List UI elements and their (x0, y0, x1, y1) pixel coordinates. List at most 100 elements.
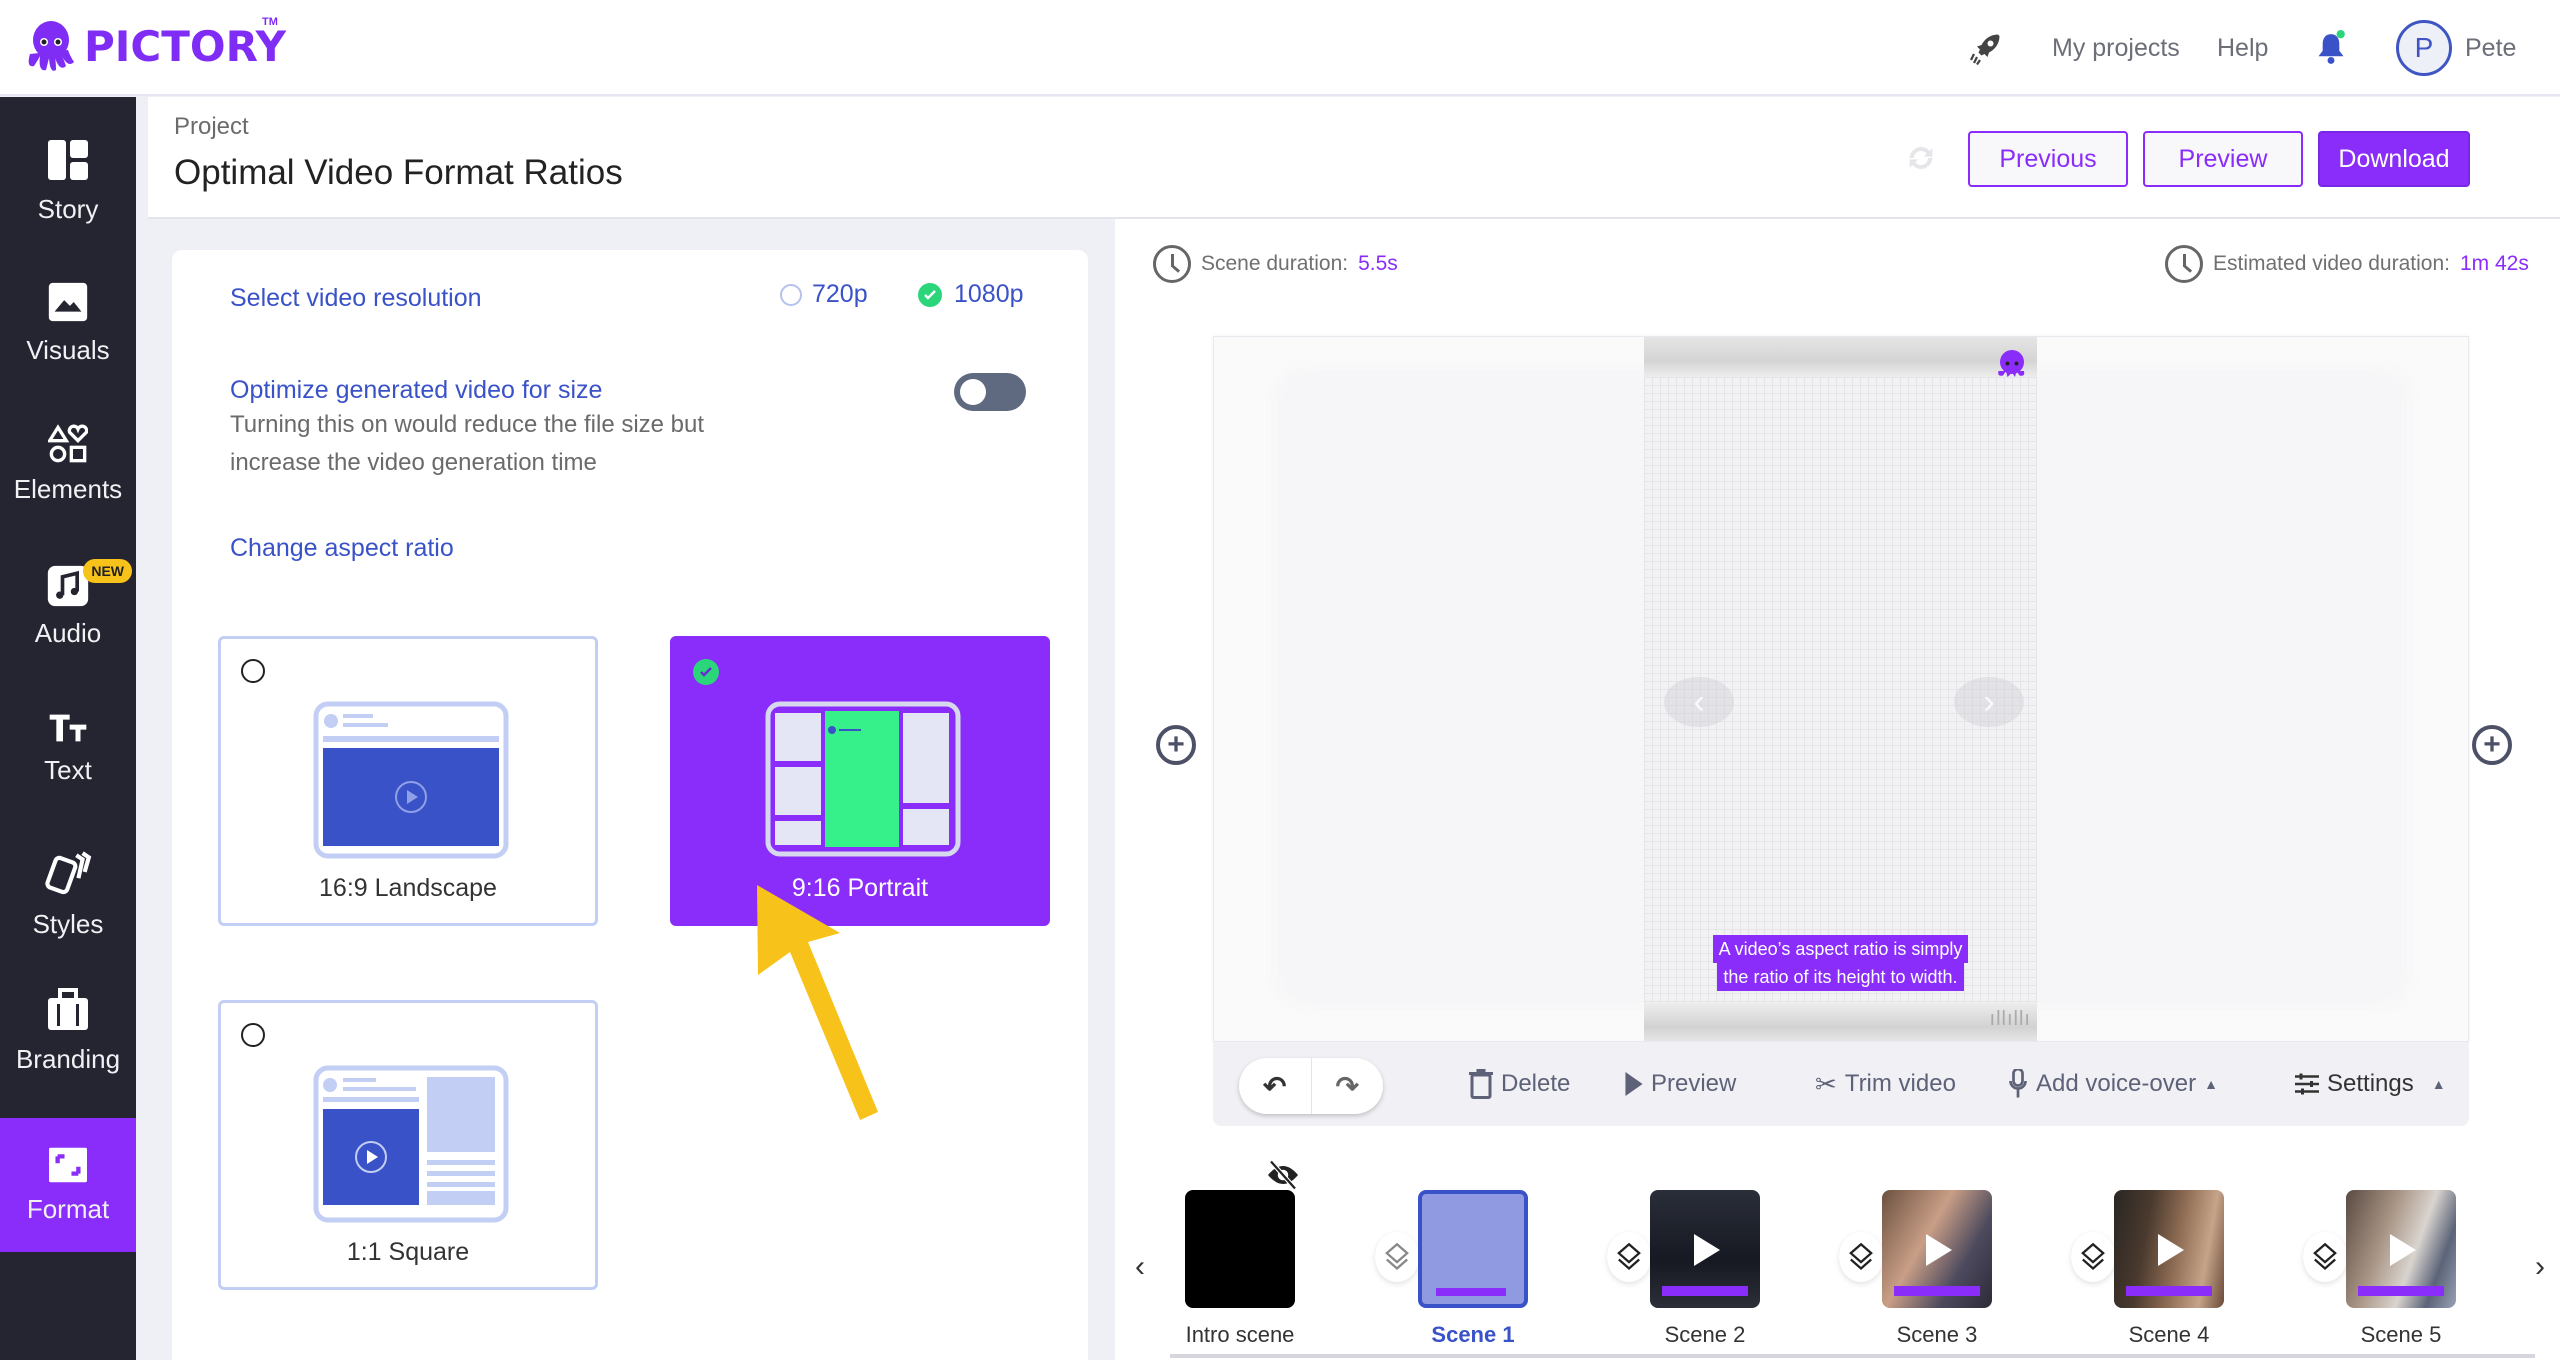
delete-label: Delete (1501, 1070, 1571, 1097)
aspect-portrait-card[interactable]: 9:16 Portrait (670, 636, 1050, 926)
transition-button[interactable] (1375, 1232, 1419, 1282)
sidebar-item-label: Styles (32, 908, 104, 939)
help-link[interactable]: Help (2217, 34, 2268, 63)
shapes-icon (48, 423, 88, 462)
aspect-square-card[interactable]: 1:1 Square (218, 1000, 598, 1290)
resolution-1080p-label: 1080p (954, 280, 1024, 308)
aspect-ratio-label: Change aspect ratio (230, 534, 454, 562)
rocket-button[interactable] (1968, 0, 2004, 96)
settings-button[interactable]: Settings ▲ (2295, 1042, 2446, 1126)
estimated-duration-value: 1m 42s (2459, 252, 2529, 275)
preview-scene-button[interactable]: Preview (1625, 1042, 1736, 1126)
eye-off-icon[interactable] (1265, 1160, 1301, 1190)
sidebar-item-branding[interactable]: Branding (0, 963, 136, 1097)
portrait-canvas[interactable]: ‹ › A video’s aspect ratio is simply the… (1644, 337, 2037, 1041)
my-projects-link[interactable]: My projects (2052, 34, 2180, 63)
scene-thumbnail-2[interactable] (1650, 1190, 1760, 1308)
transition-button[interactable] (1607, 1232, 1651, 1282)
undo-button[interactable]: ↶ (1239, 1058, 1312, 1114)
project-header: Project Optimal Video Format Ratios Prev… (148, 97, 2560, 219)
check-circle-icon (918, 282, 942, 307)
trim-video-button[interactable]: ✂ Trim video (1815, 1042, 1956, 1126)
transition-button[interactable] (2071, 1232, 2115, 1282)
sidebar-item-format[interactable]: Format (0, 1118, 136, 1252)
caret-up-icon: ▲ (2204, 1076, 2218, 1092)
caption-text-2[interactable]: the ratio of its height to width. (1717, 963, 1964, 991)
preview-scene-label: Preview (1651, 1070, 1737, 1097)
new-badge: NEW (83, 559, 132, 583)
resolution-1080p-option[interactable]: 1080p (918, 280, 1024, 309)
portrait-illustration-icon (765, 701, 961, 857)
sidebar-item-label: Visuals (26, 334, 110, 365)
scene-thumbnail-1[interactable] (1418, 1190, 1528, 1308)
add-scene-before-button[interactable]: + (1156, 725, 1196, 765)
sidebar-item-audio[interactable]: NEW Audio (0, 539, 136, 673)
briefcase-icon (48, 987, 88, 1030)
microphone-icon (2009, 1069, 2027, 1098)
sidebar-item-story[interactable]: Story (0, 113, 136, 247)
mini-caption (2358, 1286, 2444, 1296)
play-icon (1926, 1234, 1952, 1266)
project-label: Project (174, 113, 249, 140)
sidebar-item-styles[interactable]: Styles (0, 827, 136, 961)
redo-button[interactable]: ↷ (1312, 1058, 1384, 1114)
sidebar-item-label: Branding (15, 1043, 121, 1074)
user-name[interactable]: Pete (2465, 34, 2516, 63)
scene-label-1: Scene 1 (1431, 1322, 1515, 1347)
transition-button[interactable] (2303, 1232, 2347, 1282)
download-button[interactable]: Download (2318, 131, 2470, 187)
next-frame-ghost-icon: › (1954, 677, 2024, 727)
format-icon (49, 1147, 87, 1182)
play-icon (1625, 1072, 1643, 1096)
resolution-720p-option[interactable]: 720p (780, 280, 868, 309)
octopus-logo-icon (28, 21, 75, 71)
project-title[interactable]: Optimal Video Format Ratios (174, 153, 623, 193)
add-scene-after-button[interactable]: + (2472, 725, 2512, 765)
layers-icon (1385, 1243, 1409, 1270)
pictory-logo[interactable]: PICTORY TM (24, 16, 286, 76)
settings-label: Settings (2327, 1070, 2414, 1097)
scene-thumbnail-4[interactable] (2114, 1190, 2224, 1308)
estimated-duration-label: Estimated video duration: (2213, 252, 2450, 275)
sync-icon (1909, 147, 1933, 169)
sidebar-item-visuals[interactable]: Visuals (0, 255, 136, 389)
mini-caption (1662, 1286, 1748, 1296)
redo-icon: ↷ (1335, 1070, 1359, 1102)
scene-thumbnail-3[interactable] (1882, 1190, 1992, 1308)
chevron-left-icon: ‹ (1135, 1250, 1145, 1283)
sidebar-item-label: Text (44, 754, 92, 785)
video-preview[interactable]: ‹ › A video’s aspect ratio is simply the… (1213, 336, 2469, 1042)
square-illustration-icon (313, 1065, 509, 1223)
scene-label-5: Scene 5 (2360, 1322, 2442, 1347)
layout-icon (48, 139, 88, 180)
user-avatar[interactable]: P (2396, 20, 2452, 76)
strip-prev-button[interactable]: ‹ (1135, 1250, 1145, 1284)
rocket-icon (1969, 34, 2000, 66)
scene-thumbnail-5[interactable] (2346, 1190, 2456, 1308)
clock-icon (2165, 245, 2203, 283)
clock-icon (1153, 245, 1191, 283)
trash-icon (1469, 1069, 1493, 1099)
scene-thumbnail-intro[interactable] (1185, 1190, 1295, 1308)
delete-button[interactable]: Delete (1469, 1042, 1570, 1126)
add-voice-over-button[interactable]: Add voice-over ▲ (2008, 1042, 2218, 1126)
sidebar-item-elements[interactable]: Elements (0, 397, 136, 531)
scene-label-2: Scene 2 (1664, 1322, 1746, 1347)
canvas-bottom-band (1644, 1003, 2037, 1041)
optimize-toggle[interactable] (954, 373, 1026, 411)
caption-text-1[interactable]: A video’s aspect ratio is simply (1712, 935, 1969, 963)
sidebar-item-text[interactable]: Text (0, 681, 136, 815)
transition-button[interactable] (1839, 1232, 1883, 1282)
radio-unchecked-icon (241, 659, 265, 683)
notifications-button[interactable] (2314, 0, 2348, 96)
scene-label-intro: Intro scene (1185, 1322, 1295, 1347)
layers-icon (1617, 1243, 1641, 1270)
resolution-label: Select video resolution (230, 284, 482, 312)
strip-next-button[interactable]: › (2535, 1250, 2545, 1284)
strip-scrollbar[interactable] (1170, 1354, 2535, 1358)
scene-duration: Scene duration: 5.5s (1153, 245, 1398, 283)
previous-button[interactable]: Previous (1968, 131, 2128, 187)
preview-button[interactable]: Preview (2143, 131, 2303, 187)
aspect-landscape-card[interactable]: 16:9 Landscape (218, 636, 598, 926)
sliders-icon (2295, 1073, 2319, 1095)
